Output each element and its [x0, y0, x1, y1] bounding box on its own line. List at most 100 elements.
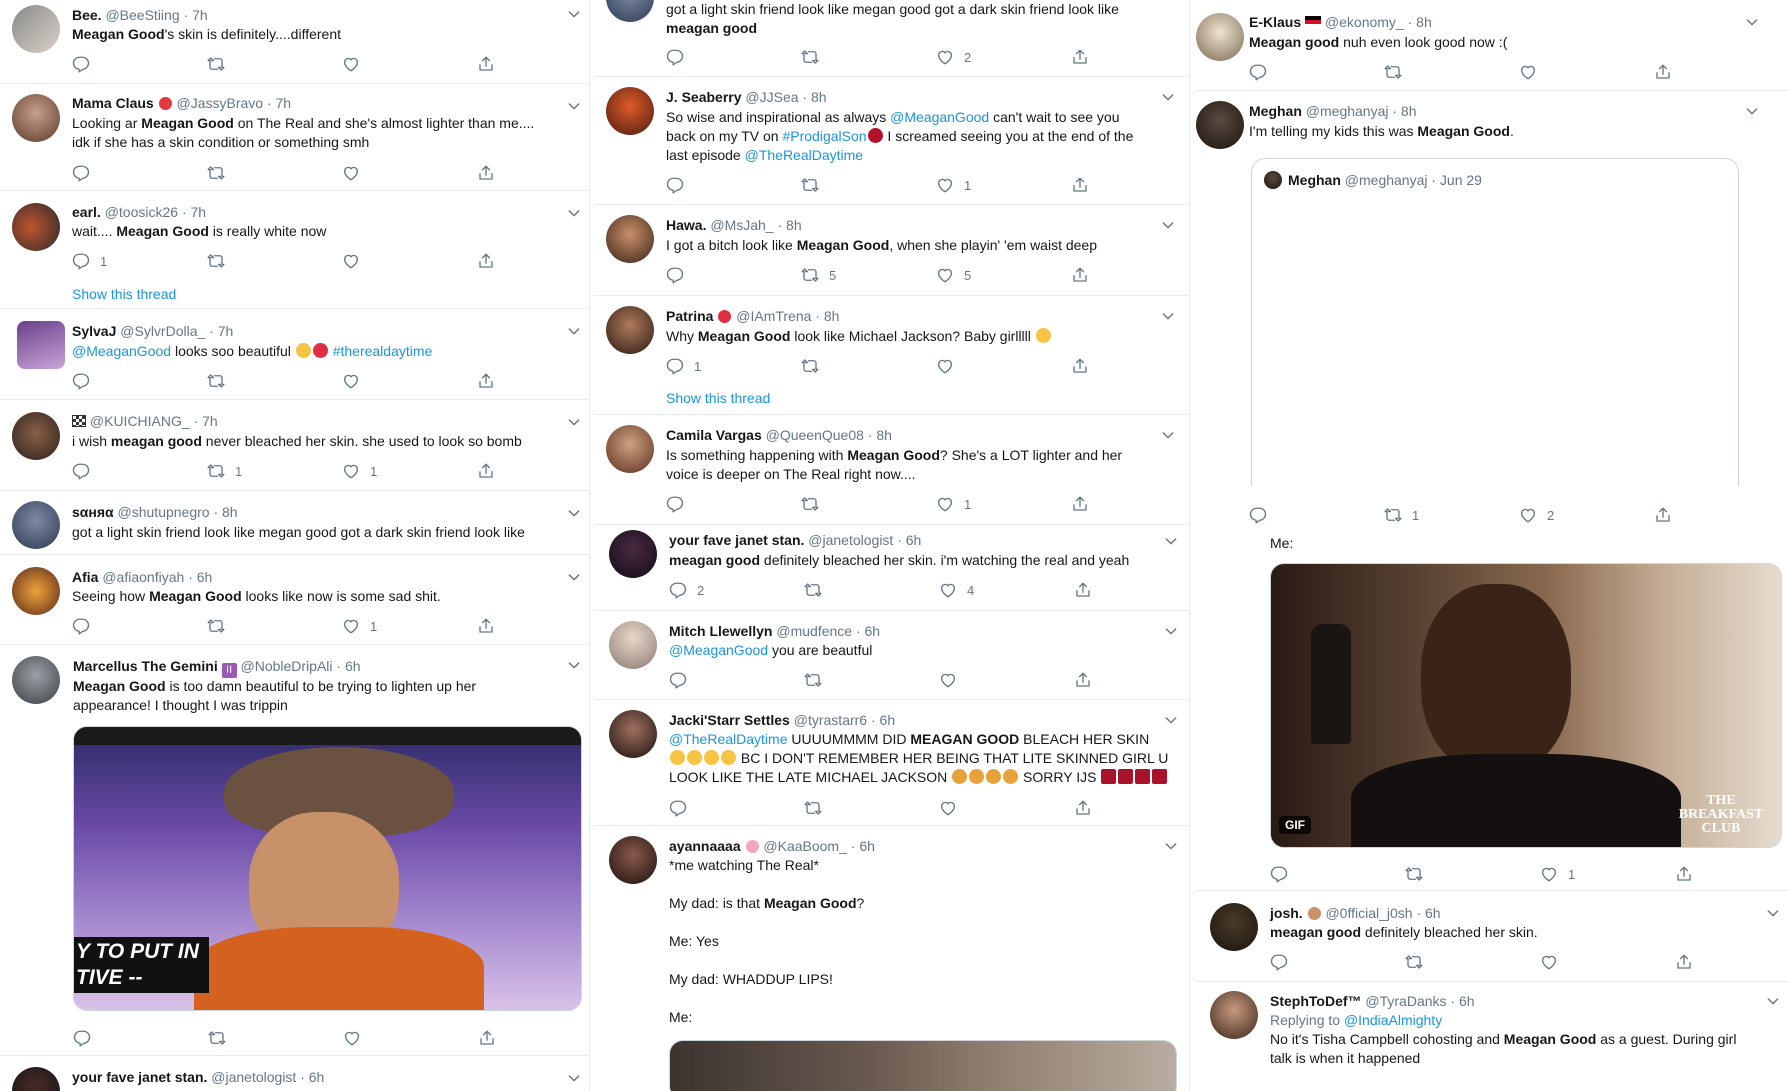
timestamp[interactable]: · 8h: [1392, 103, 1416, 119]
chevron-down-icon[interactable]: [1163, 838, 1179, 854]
author-handle[interactable]: @mudfence: [776, 623, 852, 639]
share-button[interactable]: [477, 163, 495, 183]
like-button[interactable]: [936, 356, 954, 376]
tweet[interactable]: got a light skin friend look like megan …: [594, 0, 1189, 77]
retweet-button[interactable]: [207, 54, 225, 74]
reply-button[interactable]: [72, 163, 90, 183]
author-handle[interactable]: @toosick26: [105, 204, 178, 220]
author-name[interactable]: E-Klaus: [1249, 14, 1301, 30]
tweet[interactable]: E-Klaus @ekonomy_ · 8h Meagan good nuh e…: [1196, 0, 1788, 91]
retweet-button[interactable]: [208, 1028, 226, 1048]
timestamp[interactable]: · 8h: [802, 89, 826, 105]
share-button[interactable]: [477, 251, 495, 271]
author-name[interactable]: Meghan: [1249, 103, 1302, 119]
chevron-down-icon[interactable]: [566, 323, 582, 339]
avatar[interactable]: [606, 425, 654, 473]
tweet[interactable]: josh. @0fficial_j0sh · 6h meagan good de…: [1196, 891, 1788, 982]
like-button[interactable]: [342, 371, 360, 391]
reply-button[interactable]: 1: [666, 356, 701, 376]
author-name[interactable]: ѕαняα: [72, 504, 114, 520]
chevron-down-icon[interactable]: [1160, 89, 1176, 105]
like-button[interactable]: [342, 163, 360, 183]
share-button[interactable]: [1071, 356, 1089, 376]
avatar[interactable]: [1196, 101, 1244, 149]
retweet-button[interactable]: [801, 175, 819, 195]
show-thread-link[interactable]: Show this thread: [72, 286, 176, 302]
author-name[interactable]: Marcellus The Gemini: [73, 658, 218, 674]
tweet[interactable]: Mitch Llewellyn @mudfence · 6h @MeaganGo…: [594, 611, 1189, 700]
timestamp[interactable]: · 7h: [267, 95, 291, 111]
timestamp[interactable]: · 6h: [1416, 905, 1440, 921]
reply-button[interactable]: [72, 461, 90, 481]
hashtag-link[interactable]: #ProdigalSon: [782, 128, 866, 144]
avatar[interactable]: [1196, 13, 1244, 61]
avatar[interactable]: [606, 0, 654, 22]
avatar[interactable]: [606, 87, 654, 135]
chevron-down-icon[interactable]: [566, 569, 582, 585]
like-button[interactable]: [1540, 952, 1558, 972]
timestamp[interactable]: · 6h: [856, 623, 880, 639]
author-name[interactable]: your fave janet stan.: [669, 532, 804, 548]
mention-link[interactable]: @MeaganGood: [890, 109, 989, 125]
tweet[interactable]: Marcellus The Gemini II @NobleDripAli · …: [0, 645, 589, 1056]
tweet-video[interactable]: [669, 1040, 1177, 1091]
chevron-down-icon[interactable]: [1163, 623, 1179, 639]
reply-button[interactable]: [666, 175, 684, 195]
like-button[interactable]: 1: [1540, 864, 1575, 884]
share-button[interactable]: [1071, 265, 1089, 285]
retweet-button[interactable]: 1: [207, 461, 242, 481]
tweet[interactable]: Meghan @meghanyaj · 8h I'm telling my ki…: [1196, 91, 1788, 891]
timestamp[interactable]: · 6h: [871, 712, 895, 728]
author-handle[interactable]: @BeeStiing: [105, 7, 179, 23]
chevron-down-icon[interactable]: [1160, 217, 1176, 233]
tweet[interactable]: Camila Vargas @QueenQue08 · 8h Is someth…: [594, 415, 1189, 525]
avatar[interactable]: [12, 1067, 60, 1091]
author-name[interactable]: Afia: [72, 569, 98, 585]
author-handle[interactable]: @TyraDanks: [1365, 993, 1446, 1009]
quoted-author-handle[interactable]: @meghanyaj: [1345, 172, 1428, 188]
timestamp[interactable]: · 7h: [184, 7, 208, 23]
tweet[interactable]: earl. @toosick26 · 7h wait.... Meagan Go…: [0, 191, 589, 309]
timestamp[interactable]: · 8h: [213, 504, 237, 520]
timestamp[interactable]: · 8h: [777, 217, 801, 233]
reply-button[interactable]: [72, 371, 90, 391]
reply-button[interactable]: [669, 670, 687, 690]
reply-button[interactable]: [666, 47, 684, 67]
share-button[interactable]: [1654, 505, 1672, 525]
retweet-button[interactable]: [1384, 62, 1402, 82]
author-name[interactable]: josh.: [1270, 905, 1303, 921]
reply-button[interactable]: [72, 54, 90, 74]
retweet-button[interactable]: [801, 494, 819, 514]
mention-link[interactable]: @TheRealDaytime: [669, 731, 787, 747]
share-button[interactable]: [1071, 175, 1089, 195]
tweet[interactable]: Jacki'Starr Settles @tyrastarr6 · 6h @Th…: [594, 700, 1189, 826]
author-name[interactable]: Camila Vargas: [666, 427, 762, 443]
timestamp[interactable]: · 6h: [1450, 993, 1474, 1009]
tweet[interactable]: SylvaJ @SylvrDolla_ · 7h @MeaganGood loo…: [0, 309, 589, 400]
tweet[interactable]: Patrina @IAmTrena · 8h Why Meagan Good l…: [594, 296, 1189, 415]
tweet[interactable]: your fave janet stan. @janetologist · 6h: [0, 1056, 589, 1091]
author-handle[interactable]: @afiaonfiyah: [102, 569, 184, 585]
chevron-down-icon[interactable]: [1160, 427, 1176, 443]
timestamp[interactable]: · 7h: [182, 204, 206, 220]
chevron-down-icon[interactable]: [566, 505, 582, 521]
avatar[interactable]: [1210, 903, 1258, 951]
share-button[interactable]: [1074, 798, 1092, 818]
timestamp[interactable]: · 8h: [1408, 14, 1432, 30]
avatar[interactable]: [606, 306, 654, 354]
author-handle[interactable]: @IAmTrena: [736, 308, 811, 324]
reply-button[interactable]: [1249, 62, 1267, 82]
hashtag-link[interactable]: #therealdaytime: [333, 343, 433, 359]
reply-button[interactable]: [669, 798, 687, 818]
retweet-button[interactable]: [804, 798, 822, 818]
retweet-button[interactable]: [207, 371, 225, 391]
timestamp[interactable]: · 6h: [188, 569, 212, 585]
share-button[interactable]: [478, 1028, 496, 1048]
author-handle[interactable]: @KUICHIANG_: [90, 413, 190, 429]
like-button[interactable]: 2: [1519, 505, 1554, 525]
tweet-gif[interactable]: GIF THE BREAKFAST CLUB: [1270, 563, 1782, 848]
author-handle[interactable]: @ekonomy_: [1325, 14, 1404, 30]
retweet-button[interactable]: [801, 356, 819, 376]
share-button[interactable]: [1654, 62, 1672, 82]
share-button[interactable]: [1071, 47, 1089, 67]
